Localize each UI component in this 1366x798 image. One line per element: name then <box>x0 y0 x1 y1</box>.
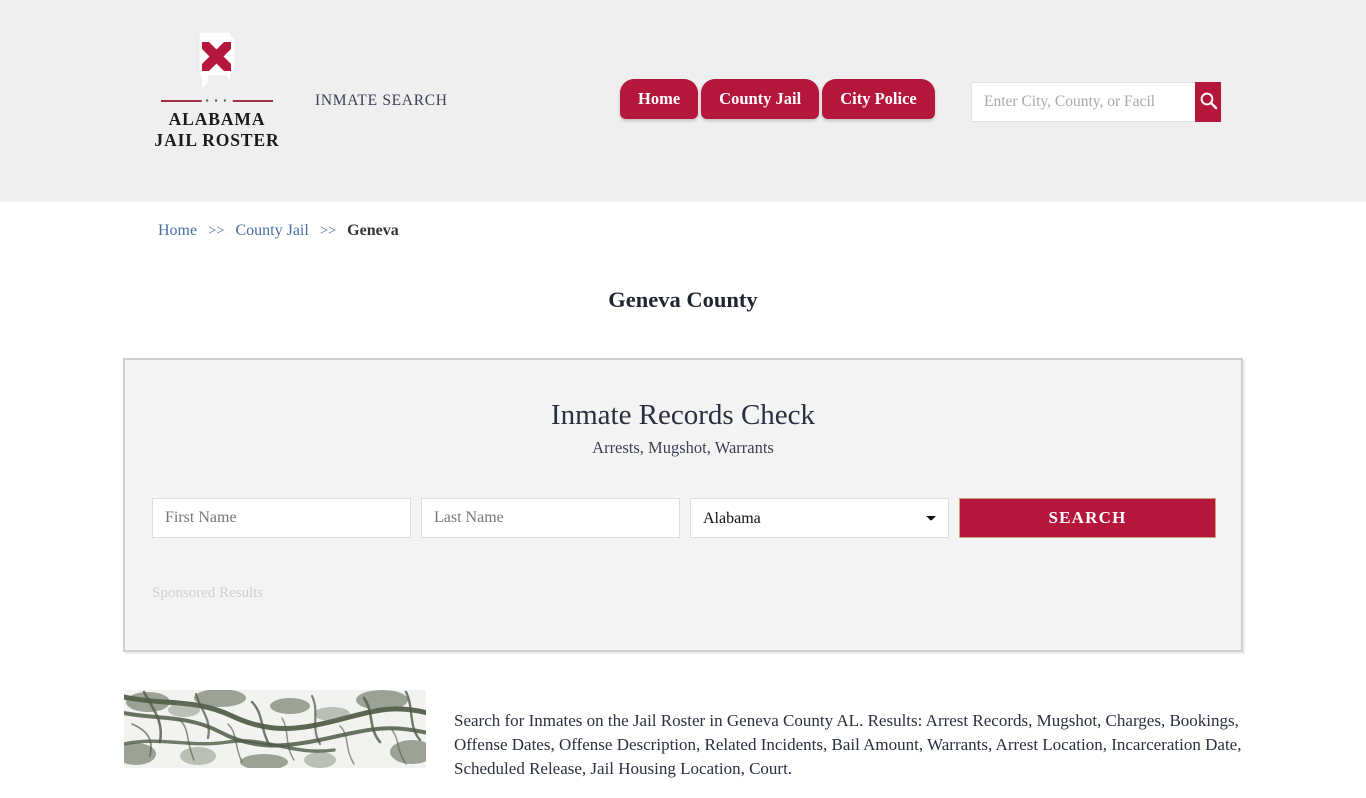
site-logo[interactable]: ▪ ▪ ▪ ALABAMA JAIL ROSTER <box>152 30 282 151</box>
breadcrumb: Home >> County Jail >> Geneva <box>158 222 399 240</box>
breadcrumb-separator: >> <box>319 223 337 239</box>
panel-subtitle: Arrests, Mugshot, Warrants <box>592 438 774 457</box>
logo-divider: ▪ ▪ ▪ <box>161 96 273 105</box>
header-search <box>971 82 1221 122</box>
inmate-records-check-panel: Inmate Records Check Arrests, Mugshot, W… <box>123 358 1243 652</box>
county-description-text: Search for Inmates on the Jail Roster in… <box>454 711 1242 778</box>
site-tagline: INMATE SEARCH <box>315 92 448 109</box>
nav-tab-home[interactable]: Home <box>620 79 699 119</box>
county-summary-section: Search for Inmates on the Jail Roster in… <box>124 690 1244 798</box>
sponsored-results-label: Sponsored Results <box>152 585 264 601</box>
breadcrumb-link-home[interactable]: Home <box>158 222 197 239</box>
search-icon <box>1199 91 1218 113</box>
page-title: Geneva County <box>608 287 758 313</box>
search-button[interactable]: SEARCH <box>959 498 1216 538</box>
breadcrumb-link-county-jail[interactable]: County Jail <box>235 222 308 239</box>
logo-divider-dots: ▪ ▪ ▪ <box>201 96 233 105</box>
logo-text-line1: ALABAMA <box>168 109 266 129</box>
breadcrumb-current-geneva: Geneva <box>347 222 399 239</box>
state-select[interactable]: Alabama <box>690 498 949 538</box>
county-thumbnail-image <box>124 690 426 768</box>
alabama-flag-state-icon <box>187 30 247 94</box>
panel-title: Inmate Records Check <box>550 399 816 431</box>
site-header: ▪ ▪ ▪ ALABAMA JAIL ROSTER INMATE SEARCH … <box>0 0 1366 202</box>
inmate-search-form: Alabama SEARCH <box>152 498 1216 538</box>
last-name-input[interactable] <box>421 498 680 538</box>
logo-text-line2: JAIL ROSTER <box>154 130 280 150</box>
header-search-button[interactable] <box>1195 82 1221 122</box>
nav-tab-city-police[interactable]: City Police <box>822 79 935 119</box>
first-name-input[interactable] <box>152 498 411 538</box>
nav-tab-county-jail[interactable]: County Jail <box>701 79 820 119</box>
breadcrumb-separator: >> <box>208 223 225 239</box>
header-search-input[interactable] <box>971 82 1195 122</box>
main-navigation: Home County Jail City Police <box>620 77 935 119</box>
